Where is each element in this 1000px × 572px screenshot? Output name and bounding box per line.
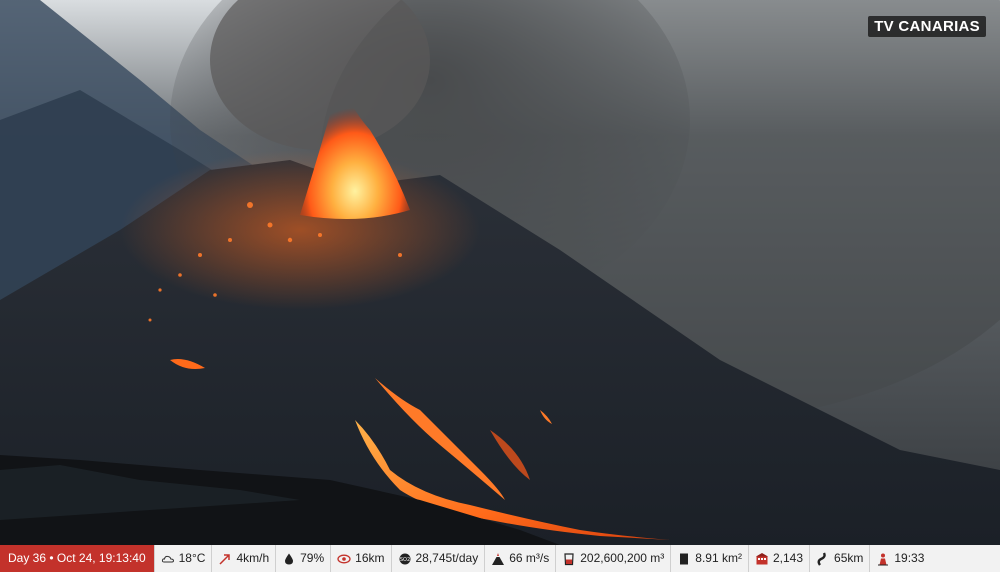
road-length-value: 65km <box>834 551 864 565</box>
stat-temperature: 18°C <box>153 545 212 572</box>
lava-volume-value: 202,600,200 m³ <box>580 551 665 565</box>
stat-local-time: 19:33 <box>869 545 930 572</box>
svg-text:SO2: SO2 <box>399 557 409 563</box>
visibility-value: 16km <box>355 551 385 565</box>
so2-value: 28,745t/day <box>415 551 479 565</box>
stat-buildings-destroyed: 2,143 <box>747 545 809 572</box>
stat-visibility: 16km <box>330 545 390 572</box>
stat-road-length: 65km <box>809 545 869 572</box>
stat-wind: 4km/h <box>211 545 275 572</box>
stat-lava-flow-rate: 66 m³/s <box>484 545 555 572</box>
buildings-value: 2,143 <box>772 551 804 565</box>
gas-emission-icon: SO2 <box>399 553 410 564</box>
temperature-value: 18°C <box>178 551 206 565</box>
droplet-icon <box>285 553 294 564</box>
wind-direction-icon <box>219 553 231 565</box>
status-ticker: Day 36 • Oct 24, 19:13:40 18°C 4km/h 79%… <box>0 545 1000 572</box>
humidity-value: 79% <box>300 551 325 565</box>
affected-area-value: 8.91 km² <box>695 551 742 565</box>
local-time-value: 19:33 <box>894 551 925 565</box>
area-icon <box>680 553 689 564</box>
volcano-eruption-scene <box>0 0 1000 545</box>
channel-logo: TV CANARIAS <box>868 16 986 37</box>
eye-icon <box>337 554 351 563</box>
road-icon <box>817 551 826 566</box>
person-icon <box>878 553 889 565</box>
video-frame: TV CANARIAS Day 36 • Oct 24, 19:13:40 18… <box>0 0 1000 572</box>
stat-affected-area: 8.91 km² <box>670 545 748 572</box>
lava-flow-rate-value: 66 m³/s <box>509 551 550 565</box>
day-date-badge: Day 36 • Oct 24, 19:13:40 <box>0 545 154 572</box>
building-icon <box>755 552 768 564</box>
cloud-icon <box>161 555 174 562</box>
stat-lava-volume: 202,600,200 m³ <box>555 545 670 572</box>
beaker-icon <box>564 552 574 565</box>
wind-value: 4km/h <box>236 551 270 565</box>
stat-so2-emission: SO2 28,745t/day <box>390 545 485 572</box>
stat-humidity: 79% <box>275 545 330 572</box>
volcano-icon <box>492 552 505 565</box>
